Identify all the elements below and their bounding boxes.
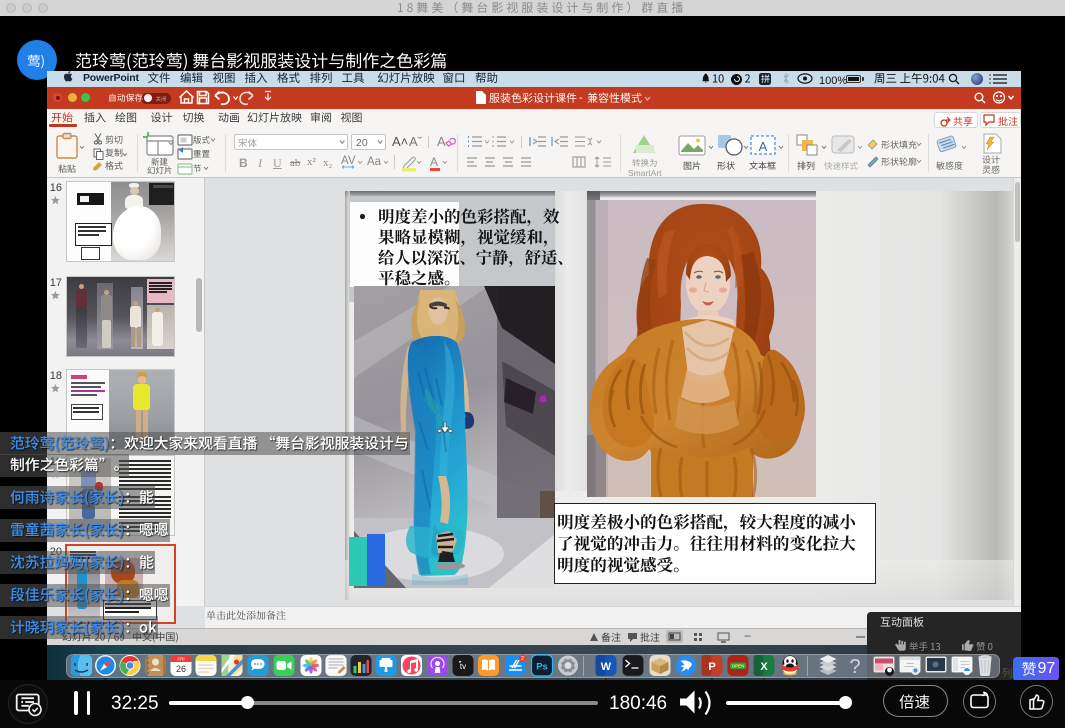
svg-text:Ps: Ps — [536, 662, 548, 673]
svg-text:X: X — [760, 661, 768, 673]
svg-text:tv: tv — [460, 662, 466, 671]
svg-text:?: ? — [849, 656, 860, 678]
svg-text:W: W — [601, 661, 612, 673]
svg-text:FRI: FRI — [177, 657, 184, 662]
svg-text:26: 26 — [176, 664, 186, 674]
svg-text:2: 2 — [521, 656, 524, 662]
svg-text:P: P — [708, 661, 715, 673]
svg-text:OPEN: OPEN — [732, 664, 745, 669]
